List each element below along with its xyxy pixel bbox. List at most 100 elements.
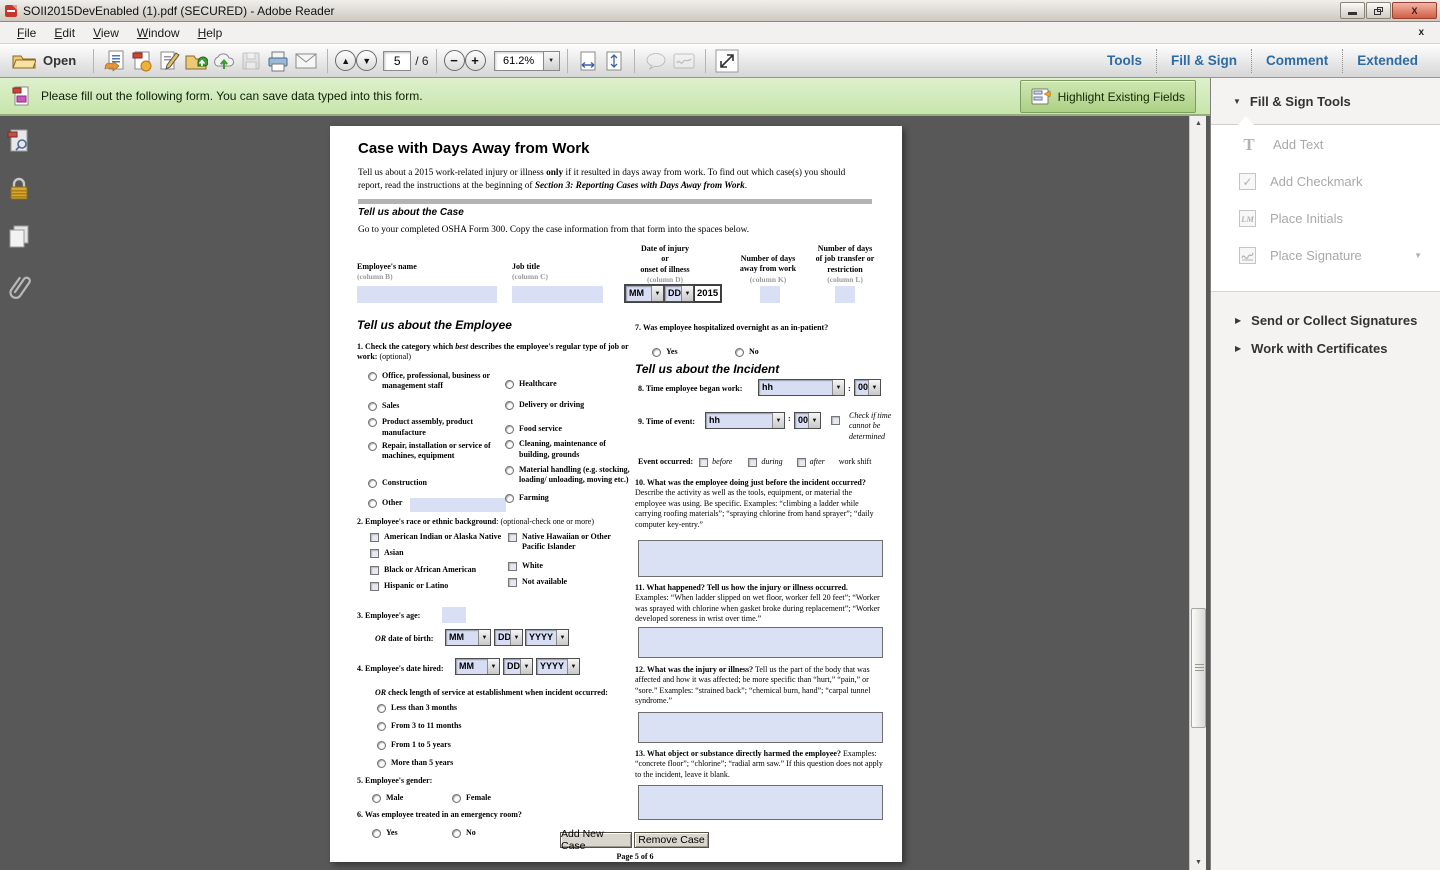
save-to-cloud-folder-button[interactable]	[182, 48, 210, 74]
radio-office[interactable]	[368, 372, 377, 381]
radio-hospital-no[interactable]	[735, 348, 744, 357]
days-transfer-input[interactable]	[835, 286, 855, 303]
q11-answer-textarea[interactable]	[638, 627, 883, 658]
add-checkmark-tool[interactable]: ✓ Add Checkmark	[1211, 163, 1440, 200]
radio-er-yes[interactable]	[372, 829, 381, 838]
menu-edit[interactable]: Edit	[45, 23, 84, 43]
scroll-up-icon[interactable]: ▲	[1190, 116, 1207, 131]
q12-answer-textarea[interactable]	[638, 712, 883, 743]
radio-product-assembly[interactable]	[368, 418, 377, 427]
tab-comment[interactable]: Comment	[1252, 49, 1342, 72]
layers-button[interactable]	[7, 224, 31, 255]
caret-down-icon[interactable]: ▼	[1414, 251, 1422, 260]
scrollbar-thumb[interactable]	[1191, 608, 1206, 728]
security-button[interactable]	[7, 176, 31, 207]
radio-cleaning[interactable]	[505, 440, 514, 449]
checkbox-hawaiian[interactable]	[508, 533, 517, 542]
radio-hospital-yes[interactable]	[652, 348, 661, 357]
zoom-dropdown-button[interactable]: ▼	[544, 51, 560, 71]
zoom-in-button[interactable]: +	[465, 50, 486, 71]
checkbox-time-undetermined[interactable]	[831, 416, 840, 425]
radio-more-5-years[interactable]	[377, 759, 386, 768]
save-button[interactable]	[238, 48, 264, 74]
radio-repair[interactable]	[368, 442, 377, 451]
send-collect-signatures-section[interactable]: ▶ Send or Collect Signatures	[1211, 306, 1440, 334]
radio-construction[interactable]	[368, 479, 377, 488]
hired-day-dropdown[interactable]: DD▼	[503, 658, 533, 675]
injury-day-dropdown[interactable]: DD▼	[664, 285, 694, 302]
work-start-minute-dropdown[interactable]: 00▼	[854, 379, 881, 396]
radio-other[interactable]	[368, 499, 377, 508]
vertical-scrollbar[interactable]: ▲ ▼	[1189, 116, 1206, 870]
radio-delivery[interactable]	[505, 401, 514, 410]
radio-sales[interactable]	[368, 402, 377, 411]
hired-month-dropdown[interactable]: MM▼	[455, 658, 500, 675]
create-pdf-button[interactable]	[128, 47, 155, 74]
radio-er-no[interactable]	[452, 829, 461, 838]
menu-file[interactable]: File	[8, 23, 45, 43]
checkbox-white[interactable]	[508, 562, 517, 571]
dob-day-dropdown[interactable]: DD▼	[494, 629, 523, 646]
highlight-fields-button[interactable]: Highlight Existing Fields	[1020, 80, 1196, 113]
job-title-input[interactable]	[512, 286, 603, 303]
radio-material-handling[interactable]	[505, 466, 514, 475]
place-signature-tool[interactable]: Place Signature ▼	[1211, 237, 1440, 274]
radio-3-11-months[interactable]	[377, 722, 386, 731]
fit-width-button[interactable]	[575, 48, 601, 74]
next-page-button[interactable]: ▼	[356, 50, 377, 71]
reading-mode-button[interactable]	[713, 47, 741, 75]
event-hour-dropdown[interactable]: hh▼	[705, 412, 785, 429]
radio-farming[interactable]	[505, 494, 514, 503]
checkbox-american-indian[interactable]	[370, 533, 379, 542]
event-minute-dropdown[interactable]: 00▼	[794, 412, 821, 429]
checkbox-not-available[interactable]	[508, 578, 517, 587]
radio-less-3-months[interactable]	[377, 704, 386, 713]
tab-tools[interactable]: Tools	[1093, 49, 1156, 72]
print-button[interactable]	[264, 48, 292, 74]
injury-month-dropdown[interactable]: MM▼	[625, 285, 664, 302]
page-number-input[interactable]: 5	[383, 51, 411, 71]
checkbox-asian[interactable]	[370, 549, 379, 558]
menubar-close-icon[interactable]: x	[1410, 27, 1432, 38]
radio-male[interactable]	[372, 794, 381, 803]
share-document-button[interactable]	[101, 47, 128, 74]
menu-help[interactable]: Help	[189, 23, 232, 43]
zoom-level-input[interactable]: 61.2%	[494, 51, 544, 71]
checkbox-during-shift[interactable]	[748, 458, 757, 467]
fit-page-button[interactable]	[601, 48, 627, 74]
add-new-case-button[interactable]: Add New Case	[560, 832, 632, 848]
comment-bubble-button[interactable]	[642, 49, 670, 73]
dob-month-dropdown[interactable]: MM▼	[445, 629, 491, 646]
radio-1-5-years[interactable]	[377, 741, 386, 750]
tab-extended[interactable]: Extended	[1343, 49, 1432, 72]
hired-year-dropdown[interactable]: YYYY▼	[536, 658, 580, 675]
page-thumbnails-button[interactable]	[7, 128, 31, 159]
checkbox-after-shift[interactable]	[797, 458, 806, 467]
restore-button[interactable]	[1366, 2, 1391, 19]
close-button[interactable]: X	[1392, 2, 1437, 19]
dob-year-dropdown[interactable]: YYYY▼	[525, 629, 569, 646]
radio-healthcare[interactable]	[505, 380, 514, 389]
q13-answer-textarea[interactable]	[638, 785, 883, 820]
age-input[interactable]	[442, 607, 466, 623]
employee-name-input[interactable]	[357, 286, 497, 303]
menu-view[interactable]: View	[84, 23, 128, 43]
previous-page-button[interactable]: ▲	[335, 50, 356, 71]
other-job-input[interactable]	[410, 498, 506, 512]
place-initials-tool[interactable]: LM Place Initials	[1211, 200, 1440, 237]
upload-cloud-button[interactable]	[210, 48, 238, 74]
scroll-down-icon[interactable]: ▼	[1190, 855, 1207, 870]
radio-female[interactable]	[452, 794, 461, 803]
minimize-button[interactable]	[1340, 2, 1365, 19]
radio-food-service[interactable]	[505, 425, 514, 434]
menu-window[interactable]: Window	[128, 23, 189, 43]
zoom-out-button[interactable]: −	[444, 50, 465, 71]
work-start-hour-dropdown[interactable]: hh▼	[758, 379, 845, 396]
checkbox-before-shift[interactable]	[699, 458, 708, 467]
remove-case-button[interactable]: Remove Case	[634, 832, 709, 848]
checkbox-hispanic[interactable]	[370, 582, 379, 591]
add-text-tool[interactable]: T Add Text	[1211, 126, 1440, 163]
work-with-certificates-section[interactable]: ▶ Work with Certificates	[1211, 334, 1440, 362]
q10-answer-textarea[interactable]	[638, 540, 883, 577]
email-button[interactable]	[292, 49, 320, 72]
